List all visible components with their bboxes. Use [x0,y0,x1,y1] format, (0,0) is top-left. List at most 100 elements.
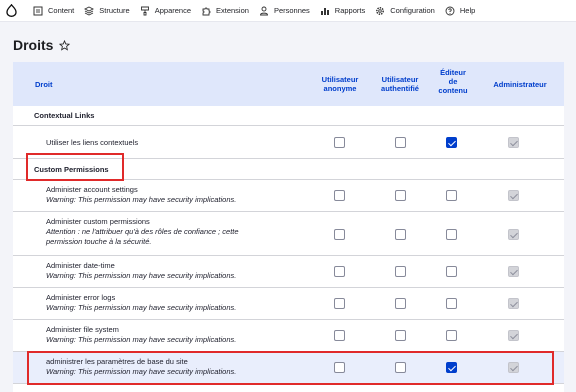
permission-warning-line2: permission touche à la sécurité. [46,237,152,246]
table-header: Droit Utilisateur anonyme Utilisateur au… [13,62,564,106]
table-row: administrer les paramètres de base du si… [13,352,564,384]
structure-icon [84,5,95,16]
checkbox-authenticated[interactable] [395,330,406,341]
checkbox-administrator [508,298,519,309]
checkbox-administrator [508,266,519,277]
group-title: Contextual Links [34,111,95,120]
permission-text: Administer account settings Warning: Thi… [46,185,236,205]
column-authenticated-line2: authentifié [381,84,419,93]
chart-icon [320,7,329,15]
toolbar-help[interactable]: Help [440,0,480,22]
table-row: Administer file system Warning: This per… [13,320,564,352]
checkbox-authenticated[interactable] [395,190,406,201]
checkbox-authenticated[interactable] [395,137,406,148]
checkbox-editor[interactable] [446,362,457,373]
person-icon [259,6,268,15]
checkbox-editor[interactable] [446,229,457,240]
gear-icon [376,6,385,15]
permission-warning: Warning: This permission may have securi… [46,335,237,344]
permission-warning: Warning: This permission may have securi… [46,303,237,312]
checkbox-anonymous[interactable] [334,362,345,373]
toolbar-structure-label: Structure [99,6,130,15]
checkbox-anonymous[interactable] [334,298,345,309]
paint-icon [140,6,149,15]
group-row-custom-permissions: Custom Permissions [13,159,564,180]
permission-warning: Warning: This permission may have securi… [46,367,237,376]
checkbox-administrator [508,330,519,341]
toolbar-content[interactable]: Content [28,0,79,22]
checkbox-editor[interactable] [446,190,457,201]
column-authenticated-line1: Utilisateur [381,75,419,84]
toolbar-extension[interactable]: Extension [196,0,254,22]
checkbox-anonymous[interactable] [334,266,345,277]
checkbox-anonymous[interactable] [334,330,345,341]
checkbox-administrator [508,229,519,240]
toolbar-help-label: Help [459,6,476,15]
permission-title: Administer error logs [46,293,116,302]
page-title: Droits [13,37,71,53]
toolbar-rapports[interactable]: Rapports [315,0,370,22]
checkbox-authenticated[interactable] [395,298,406,309]
permission-title: administrer les paramètres de base du si… [46,357,188,366]
permission-title: Administer file system [46,325,119,334]
column-anonymous: Utilisateur anonyme [313,75,367,93]
permission-title: Administer custom permissions [46,217,150,226]
table-row: Administer error logs Warning: This perm… [13,288,564,320]
toolbar-configuration[interactable]: Configuration [370,0,440,22]
permission-title: Administer date-time [46,261,115,270]
checkbox-editor[interactable] [446,137,457,148]
toolbar-personnes-label: Personnes [273,6,310,15]
checkbox-administrator [508,137,519,148]
toolbar-rapports-label: Rapports [334,6,366,15]
permission-text: Administer error logs Warning: This perm… [46,293,236,313]
checkbox-authenticated[interactable] [395,229,406,240]
page-title-text: Droits [13,37,54,53]
permission-warning-line1: Attention : ne l'attribuer qu'à des rôle… [46,227,239,236]
toolbar-configuration-label: Configuration [390,6,435,15]
column-editor: Éditeur de contenu [431,68,475,95]
star-icon[interactable] [59,39,71,51]
column-editor-line3: contenu [438,86,468,95]
toolbar-personnes[interactable]: Personnes [254,0,315,22]
column-authenticated: Utilisateur authentifié [373,75,427,93]
group-row-contextual-links: Contextual Links [13,106,564,126]
column-editor-line1: Éditeur [440,68,466,77]
checkbox-anonymous[interactable] [334,190,345,201]
permission-warning: Warning: This permission may have securi… [46,195,237,204]
table-row: Administer custom permissions Attention … [13,212,564,256]
checkbox-editor[interactable] [446,298,457,309]
checkbox-administrator [508,190,519,201]
checkbox-authenticated[interactable] [395,362,406,373]
table-row: Utiliser les liens contextuels [13,126,564,159]
checkbox-anonymous[interactable] [334,137,345,148]
checkbox-editor[interactable] [446,330,457,341]
permission-title: Administer account settings [46,185,138,194]
document-icon [33,6,43,15]
permission-warning: Warning: This permission may have securi… [46,271,237,280]
group-title: Custom Permissions [34,165,109,174]
table-row: Administer date-time Warning: This permi… [13,256,564,288]
drupal-logo-icon[interactable] [0,0,22,22]
permission-text: Administer date-time Warning: This permi… [46,261,236,281]
permissions-table: Droit Utilisateur anonyme Utilisateur au… [13,62,564,392]
toolbar-structure[interactable]: Structure [79,0,134,22]
column-anonymous-line1: Utilisateur [321,75,359,84]
table-row: Administer account settings Warning: Thi… [13,180,564,212]
toolbar-extension-label: Extension [216,6,249,15]
page-header: Droits [0,22,576,67]
checkbox-authenticated[interactable] [395,266,406,277]
checkbox-anonymous[interactable] [334,229,345,240]
toolbar-content-label: Content [48,6,75,15]
toolbar-apparence[interactable]: Apparence [135,0,196,22]
checkbox-editor[interactable] [446,266,457,277]
column-administrator: Administrateur [493,80,547,89]
help-icon [445,6,455,15]
admin-toolbar: Content Structure Apparence Extension Pe… [0,0,576,22]
toolbar-apparence-label: Apparence [154,6,191,15]
permission-text: Administer file system Warning: This per… [46,325,236,345]
column-droit: Droit [35,80,53,89]
permission-text: Administer custom permissions Attention … [46,217,239,247]
permission-text: administrer les paramètres de base du si… [46,357,236,377]
puzzle-icon [202,7,211,15]
column-anonymous-line2: anonyme [323,84,357,93]
